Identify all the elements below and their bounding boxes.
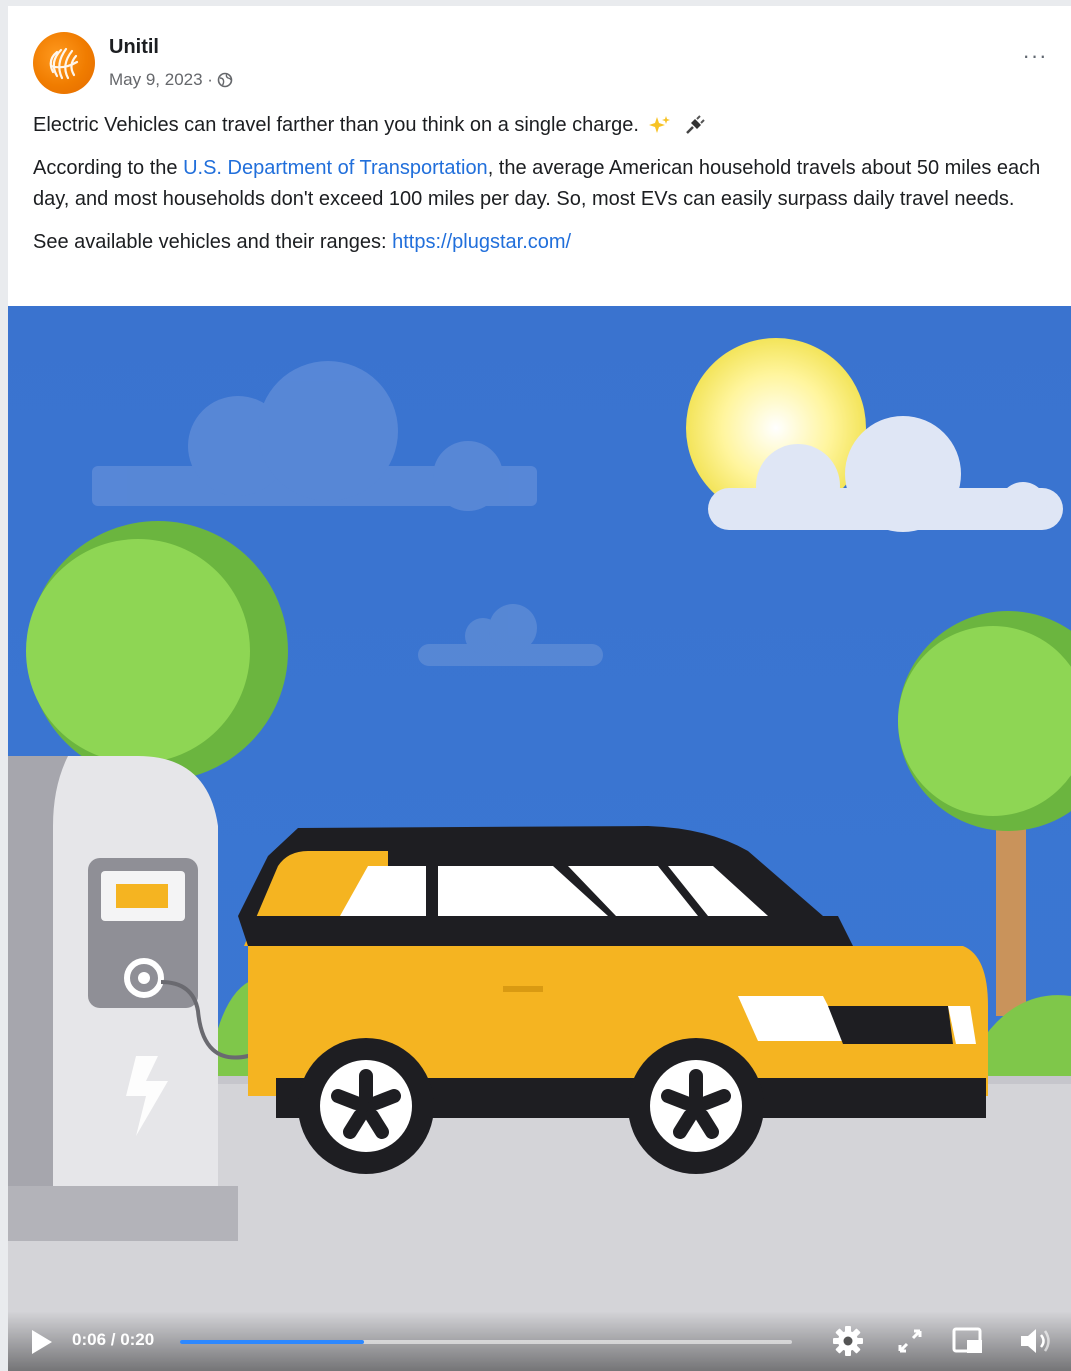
gear-icon[interactable] (832, 1325, 864, 1357)
post-line-1-text: Electric Vehicles can travel farther tha… (33, 114, 639, 136)
post-date[interactable]: May 9, 2023 · (109, 70, 213, 90)
wheel (628, 1038, 764, 1174)
post-paragraph-2: According to the U.S. Department of Tran… (33, 153, 1053, 215)
speaker-icon[interactable] (1018, 1325, 1052, 1357)
post-meta: May 9, 2023 · (109, 70, 233, 90)
plugstar-link[interactable]: https://plugstar.com/ (392, 231, 571, 253)
post-paragraph-3: See available vehicles and their ranges:… (33, 227, 1053, 258)
more-options-icon[interactable]: ··· (1017, 45, 1053, 74)
progress-bar[interactable] (180, 1340, 792, 1344)
expand-icon[interactable] (896, 1327, 924, 1355)
sparkles-icon (649, 115, 671, 133)
post-body: Electric Vehicles can travel farther tha… (33, 110, 1053, 270)
post-header: Unitil May 9, 2023 · ··· (33, 32, 1053, 102)
video-player[interactable]: 0:06 / 0:20 (8, 306, 1071, 1371)
progress-fill (180, 1340, 364, 1344)
tree-icon (26, 521, 288, 781)
video-controls: 0:06 / 0:20 (8, 1311, 1071, 1371)
video-frame-illustration (8, 306, 1071, 1371)
para2-text-before: According to the (33, 157, 184, 179)
electric-plug-icon (686, 115, 705, 134)
unitil-logo-icon (49, 47, 79, 80)
picture-in-picture-icon[interactable] (952, 1326, 984, 1356)
para3-text-before: See available vehicles and their ranges: (33, 231, 393, 253)
globe-icon (217, 72, 233, 88)
dot-link[interactable]: U.S. Department of Transportation (183, 157, 488, 179)
play-icon[interactable] (30, 1329, 54, 1355)
post-line-1: Electric Vehicles can travel farther tha… (33, 110, 1053, 141)
post-card: Unitil May 9, 2023 · ··· Electric Vehicl… (8, 6, 1071, 1371)
wheel (298, 1038, 434, 1174)
time-display: 0:06 / 0:20 (72, 1330, 155, 1349)
page-avatar[interactable] (33, 32, 95, 94)
page-name[interactable]: Unitil (109, 36, 159, 59)
